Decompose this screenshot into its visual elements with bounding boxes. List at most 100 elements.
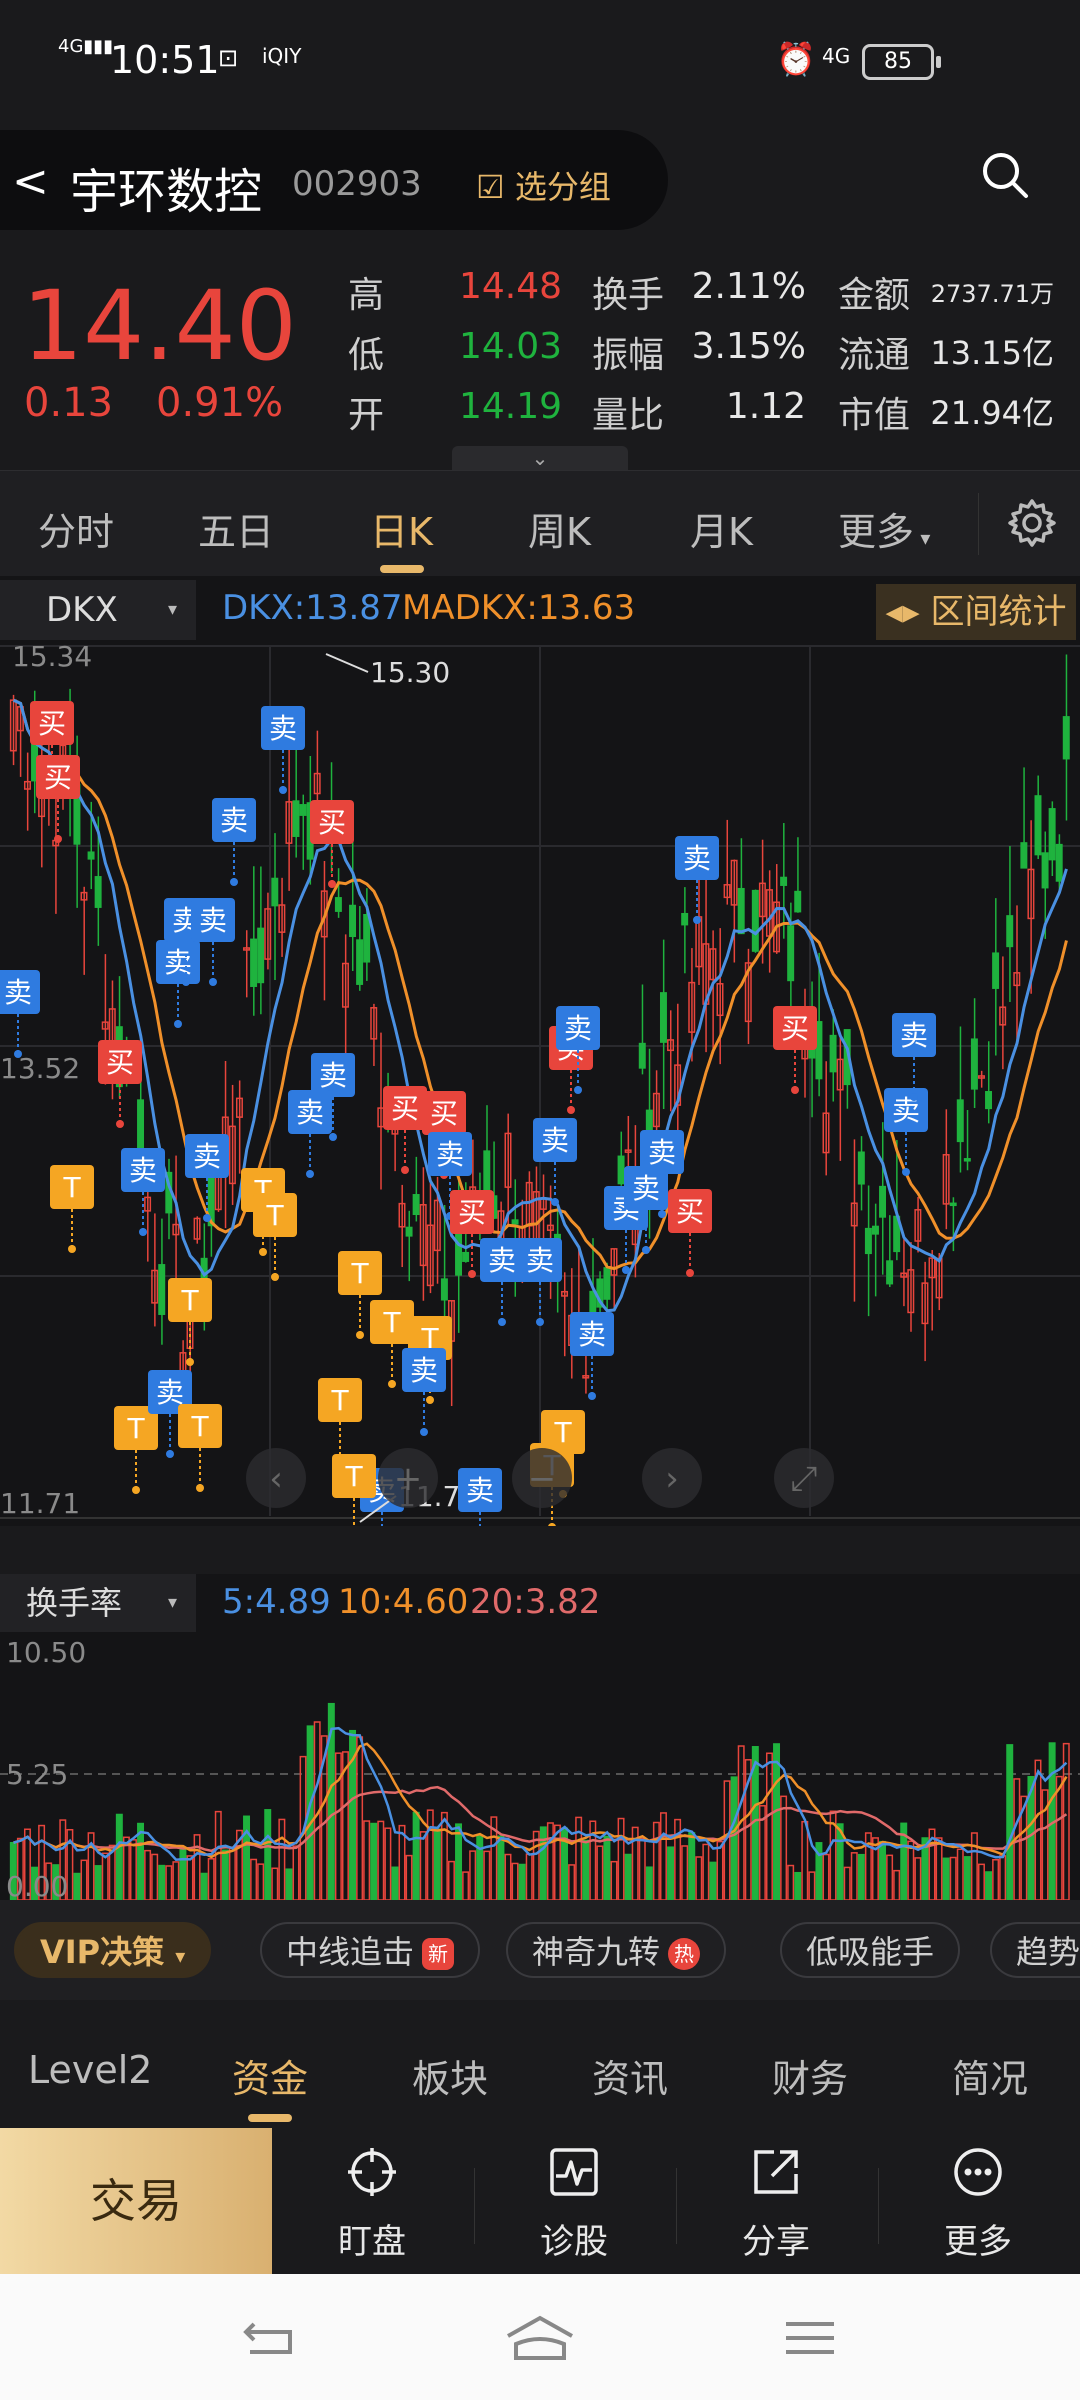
- tab-sector[interactable]: 板块: [412, 2048, 488, 2103]
- chip-label: 低吸能手: [806, 1933, 935, 1971]
- signal-dot: [498, 1318, 506, 1326]
- tab-daily-k[interactable]: 日K: [370, 501, 433, 556]
- stat-high: 14.48: [458, 266, 562, 307]
- signal-dot: [588, 1392, 596, 1400]
- trade-button[interactable]: 交易: [0, 2128, 272, 2274]
- turnover-selector[interactable]: 换手率 ▾: [0, 1574, 196, 1632]
- nav-back-icon[interactable]: [240, 2318, 296, 2358]
- tab-capital[interactable]: 资金: [232, 2048, 308, 2103]
- turnover-bar: [419, 1831, 427, 1900]
- turnover-bar: [532, 1830, 540, 1900]
- signal-label: 买: [781, 1012, 809, 1045]
- turnover-bar: [652, 1821, 660, 1900]
- turnover-ma10: 10:4.60: [338, 1582, 469, 1622]
- turnover-bar: [172, 1861, 180, 1900]
- tab-intraday[interactable]: 分时: [38, 501, 114, 556]
- turnover-bar: [80, 1859, 88, 1900]
- magic-nine-chip[interactable]: 神奇九转热: [506, 1922, 727, 1978]
- candle-body: [970, 1038, 978, 1090]
- signal-label: 卖: [199, 904, 227, 937]
- candle-body: [271, 877, 279, 907]
- diagnose-button[interactable]: 诊股: [474, 2128, 674, 2274]
- stat-label: 高: [348, 275, 385, 316]
- turnover-bar: [504, 1853, 512, 1900]
- turnover-name: 换手率: [26, 1584, 123, 1622]
- candle-body: [864, 1227, 872, 1255]
- watch-button[interactable]: 盯盘: [272, 2128, 472, 2274]
- signal-label: 卖: [526, 1244, 554, 1277]
- turnover-bar: [356, 1736, 364, 1900]
- diagnose-label: 诊股: [540, 2222, 608, 2262]
- turnover-bar: [970, 1832, 978, 1900]
- turnover-bar: [264, 1809, 272, 1900]
- tab-financials[interactable]: 财务: [772, 2048, 848, 2103]
- diagnose-chart-icon: [550, 2148, 598, 2196]
- turnover-bar: [702, 1843, 710, 1900]
- signal-label: 卖: [900, 1019, 928, 1052]
- app-notification-icon: ⊡: [218, 44, 239, 72]
- turnover-bar: [292, 1845, 300, 1900]
- expand-chevron-icon[interactable]: ⌄: [452, 446, 628, 470]
- stat-label: 量比: [592, 395, 665, 436]
- candle-body: [363, 913, 371, 963]
- turnover-bar: [476, 1834, 484, 1900]
- signal-label: 买: [38, 707, 66, 740]
- select-group-button[interactable]: ☑ 选分组: [476, 162, 611, 208]
- signal-label: T: [265, 1199, 284, 1232]
- signal-dot: [271, 1273, 279, 1281]
- more-dots-icon: [954, 2148, 1002, 2196]
- tab-news[interactable]: 资讯: [592, 2048, 668, 2103]
- signal-label: T: [330, 1384, 349, 1417]
- share-button[interactable]: 分享: [676, 2128, 876, 2274]
- signal-label: 卖: [129, 1154, 157, 1187]
- turnover-bar: [575, 1816, 583, 1900]
- turnover-bar: [935, 1837, 943, 1900]
- signal-dot: [196, 1484, 204, 1492]
- more-button[interactable]: 更多: [878, 2128, 1078, 2274]
- back-icon[interactable]: <: [12, 156, 49, 207]
- nav-home-icon[interactable]: [504, 2314, 576, 2362]
- nav-menu-icon[interactable]: [782, 2318, 838, 2358]
- turnover-bar: [963, 1856, 971, 1900]
- stat-market-cap: 21.94亿: [930, 394, 1054, 432]
- tab-level2[interactable]: Level2: [28, 2048, 152, 2092]
- signal-label: 买: [458, 1196, 486, 1229]
- kline-chart[interactable]: 卖买买买卖T卖卖卖卖卖TT卖T卖卖TT买卖TT卖TTT买买卖卖买卖卖卖卖TT买卖…: [0, 576, 1080, 1526]
- signal-dot: [209, 978, 217, 986]
- candle-body: [87, 851, 95, 860]
- turnover-bar: [391, 1866, 399, 1900]
- signal-label: 买: [430, 1097, 458, 1130]
- turnover-bar: [370, 1822, 378, 1900]
- signal-dot: [259, 1248, 267, 1256]
- candle-body: [1020, 842, 1028, 869]
- chart-zoom-out-icon: −: [528, 1459, 557, 1499]
- trend-chip[interactable]: 趋势: [990, 1922, 1080, 1978]
- stat-open: 14.19: [458, 386, 562, 427]
- tab-five-day[interactable]: 五日: [198, 501, 274, 556]
- signal-dot: [658, 1210, 666, 1218]
- signal-label: 卖: [541, 1124, 569, 1157]
- select-group-label: 选分组: [514, 168, 611, 206]
- candle-body: [815, 1021, 823, 1080]
- stat-amplitude: 3.15%: [691, 326, 806, 367]
- tab-profile[interactable]: 简况: [952, 2048, 1028, 2103]
- candle-body: [829, 1034, 837, 1073]
- tab-more[interactable]: 更多 ▾: [838, 501, 930, 556]
- turnover-bar: [985, 1871, 993, 1900]
- signal-dot: [426, 1396, 434, 1404]
- stat-float-cap: 13.15亿: [930, 334, 1054, 372]
- turnover-chart: 10.50 5.25 0.00: [0, 1640, 1080, 1900]
- signal-label: 卖: [4, 976, 32, 1009]
- turnover-bar: [285, 1868, 293, 1900]
- signal-dot: [132, 1486, 140, 1494]
- turnover-bar: [886, 1854, 894, 1900]
- settings-gear-icon[interactable]: [1006, 497, 1058, 549]
- tab-monthly-k[interactable]: 月K: [690, 501, 753, 556]
- status-bar: 4G▮▮▮ 10:51 ⊡ iQIY ⏰ 4G 85: [0, 0, 1080, 120]
- tab-weekly-k[interactable]: 周K: [528, 501, 591, 556]
- low-buy-chip[interactable]: 低吸能手: [780, 1922, 961, 1978]
- active-tab-indicator: [248, 2114, 292, 2122]
- vip-decision-chip[interactable]: VIP决策 ▾: [14, 1922, 212, 1978]
- mid-term-chase-chip[interactable]: 中线追击新: [260, 1922, 481, 1978]
- search-icon[interactable]: [980, 150, 1030, 200]
